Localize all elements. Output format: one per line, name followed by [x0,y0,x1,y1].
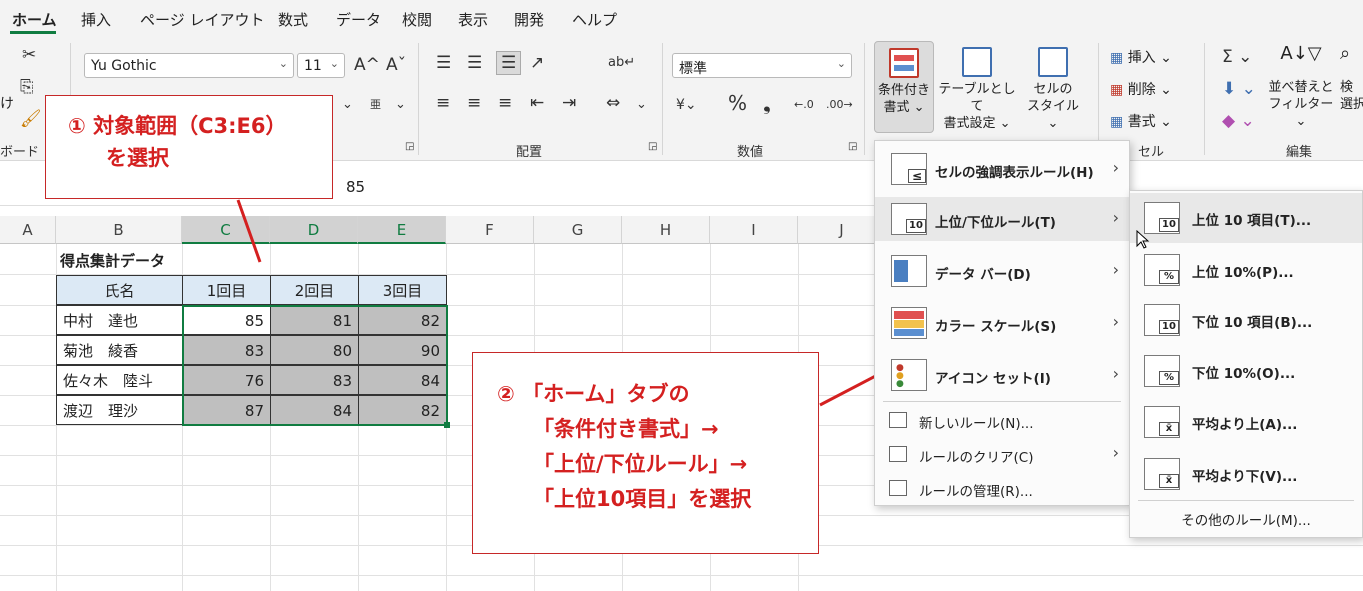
submenu-item-bottom-10[interactable]: 10 下位 10 項目(B)... [1130,295,1362,345]
manage-rules-icon [889,480,907,496]
menu-item-top-bottom-rules[interactable]: 10 上位/下位ルール(T) › [875,197,1129,241]
menu-divider [1138,500,1354,501]
submenu-item-top-10[interactable]: 10 上位 10 項目(T)... [1130,193,1362,243]
clear-rules-icon [889,446,907,462]
menu-item-data-bars[interactable]: データ バー(D) › [875,249,1129,293]
bottom-10-percent-icon: % [1144,355,1180,387]
chevron-right-icon: › [1112,364,1119,383]
chevron-right-icon: › [1112,158,1119,177]
submenu-item-below-average[interactable]: x̄ 平均より下(V)... [1130,449,1362,499]
menu-item-highlight-rules[interactable]: ≤ セルの強調表示ルール(H) › [875,147,1129,191]
submenu-item-above-average[interactable]: x̄ 平均より上(A)... [1130,397,1362,447]
conditional-formatting-menu: ≤ セルの強調表示ルール(H) › 10 上位/下位ルール(T) › データ バー(… [874,140,1130,506]
menu-divider [883,401,1121,402]
callout-step2: ② 「ホーム」タブの 「条件付き書式」→ 「上位/下位ルール」→ 「上位10項目… [472,352,819,554]
menu-item-clear-rules[interactable]: ルールのクリア(C) › [875,437,1129,471]
submenu-item-bottom-10-percent[interactable]: % 下位 10%(O)... [1130,346,1362,396]
submenu-item-top-10-percent[interactable]: % 上位 10%(P)... [1130,245,1362,295]
chevron-right-icon: › [1112,443,1119,462]
below-average-icon: x̄ [1144,458,1180,490]
top-bottom-submenu: 10 上位 10 項目(T)... % 上位 10%(P)... 10 下位 1… [1129,190,1363,538]
top-10-percent-icon: % [1144,254,1180,286]
menu-item-icon-sets[interactable]: ● ● ● アイコン セット(I) › [875,353,1129,397]
bottom-10-items-icon: 10 [1144,304,1180,336]
color-scales-icon [891,307,927,339]
submenu-item-more-rules[interactable]: その他のルール(M)... [1130,509,1362,529]
new-rule-icon [889,412,907,428]
data-bars-icon [891,255,927,287]
icon-sets-icon: ● ● ● [891,359,927,391]
top-bottom-rules-icon: 10 [891,203,927,235]
chevron-right-icon: › [1112,260,1119,279]
callout-step1: ① 対象範囲（C3:E6） を選択 [45,95,333,199]
menu-item-color-scales[interactable]: カラー スケール(S) › [875,301,1129,345]
chevron-right-icon: › [1112,312,1119,331]
above-average-icon: x̄ [1144,406,1180,438]
menu-item-manage-rules[interactable]: ルールの管理(R)... [875,471,1129,505]
highlight-rules-icon: ≤ [891,153,927,185]
menu-item-new-rule[interactable]: 新しいルール(N)... [875,403,1129,437]
chevron-right-icon: › [1112,208,1119,227]
mouse-cursor-icon [1136,230,1150,249]
